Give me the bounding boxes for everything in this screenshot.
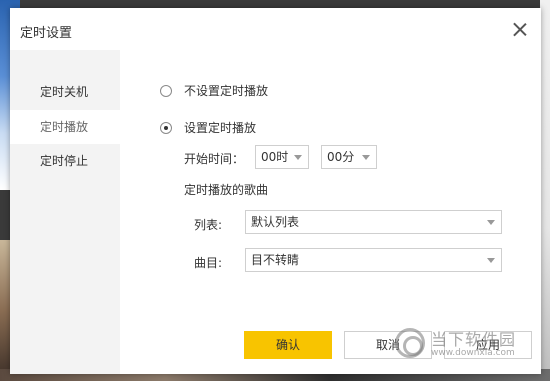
list-label: 列表:: [194, 218, 223, 232]
track-select-value: 目不转睛: [251, 253, 300, 267]
radio-no-timer-label: 不设置定时播放: [184, 84, 269, 98]
background-app-right: [540, 0, 550, 381]
dialog-titlebar: 定时设置: [10, 8, 541, 50]
track-select[interactable]: 目不转睛: [245, 248, 502, 272]
sidebar-item-stop-timer[interactable]: 定时停止: [10, 144, 120, 178]
radio-set-timer-label: 设置定时播放: [184, 121, 257, 135]
radio-no-timer[interactable]: 不设置定时播放: [160, 83, 320, 99]
track-label: 曲目:: [194, 256, 223, 270]
confirm-button[interactable]: 确认: [244, 331, 332, 359]
chevron-down-icon: [362, 155, 370, 160]
timer-settings-dialog: 定时设置 定时关机 定时播放 定时停止 不设置定时播放 设置定时播放 开始时间：…: [10, 8, 541, 374]
hour-select-value: 00时: [261, 150, 289, 164]
chevron-down-icon: [294, 155, 302, 160]
radio-button-unchecked[interactable]: [160, 85, 172, 97]
close-icon[interactable]: [513, 22, 527, 36]
minute-select-value: 00分: [327, 150, 355, 164]
play-timer-panel: 不设置定时播放 设置定时播放 开始时间： 00时 00分 定时播放的歌曲 列表:…: [120, 50, 541, 374]
sidebar-item-label: 定时关机: [40, 85, 89, 99]
hour-select[interactable]: 00时: [255, 145, 309, 169]
start-time-label: 开始时间：: [184, 152, 245, 166]
playlist-select-value: 默认列表: [251, 215, 300, 229]
apply-button[interactable]: 应用: [444, 331, 532, 359]
chevron-down-icon: [487, 220, 495, 225]
playlist-select[interactable]: 默认列表: [245, 210, 502, 234]
sidebar-item-label: 定时停止: [40, 154, 89, 168]
dialog-title: 定时设置: [20, 26, 73, 41]
settings-sidebar: 定时关机 定时播放 定时停止: [10, 50, 120, 374]
chevron-down-icon: [487, 258, 495, 263]
sidebar-item-label: 定时播放: [40, 120, 89, 134]
songs-section-label: 定时播放的歌曲: [184, 183, 269, 197]
sidebar-item-play-timer[interactable]: 定时播放: [10, 110, 120, 144]
minute-select[interactable]: 00分: [321, 145, 377, 169]
radio-button-checked[interactable]: [160, 122, 172, 134]
radio-set-timer[interactable]: 设置定时播放: [160, 120, 320, 136]
sidebar-item-shutdown-timer[interactable]: 定时关机: [10, 75, 120, 109]
cancel-button[interactable]: 取消: [344, 331, 432, 359]
